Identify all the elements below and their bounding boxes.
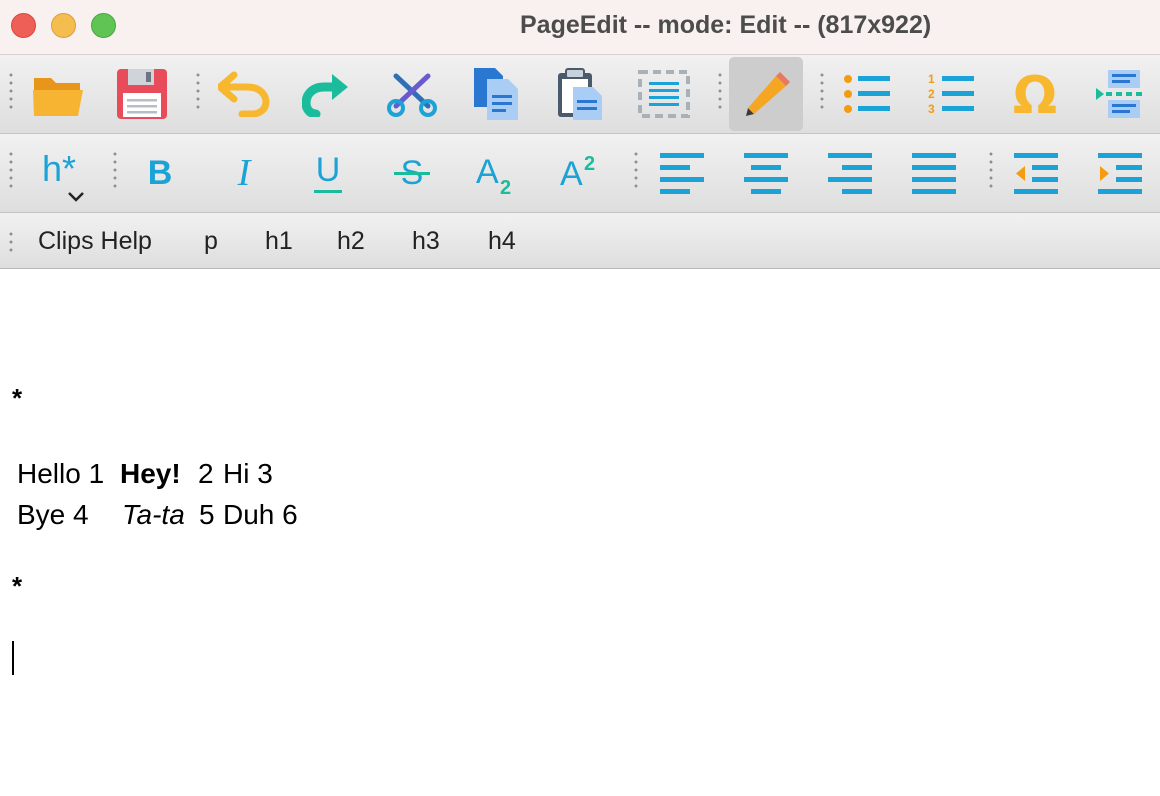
increase-indent-button[interactable] bbox=[1084, 136, 1156, 210]
indent-icon bbox=[1098, 153, 1142, 194]
heading-style-label: h* bbox=[42, 148, 77, 189]
svg-text:3: 3 bbox=[928, 102, 935, 116]
toolbar-grip[interactable] bbox=[989, 150, 993, 190]
paste-icon bbox=[558, 68, 602, 120]
folder-open-icon bbox=[33, 78, 83, 116]
align-left-icon bbox=[660, 153, 704, 194]
maximize-window-button[interactable] bbox=[91, 13, 116, 38]
superscript-label: A bbox=[560, 155, 583, 193]
toolbar-grip[interactable] bbox=[634, 150, 638, 190]
underline-bar bbox=[314, 190, 342, 193]
clips-help-item[interactable]: Clips Help bbox=[38, 227, 152, 256]
superscript-button[interactable]: A 2 bbox=[544, 136, 616, 210]
clip-h2-item[interactable]: h2 bbox=[337, 227, 365, 256]
redo-icon bbox=[302, 74, 348, 117]
open-button[interactable] bbox=[22, 57, 94, 131]
select-all-icon bbox=[638, 70, 690, 118]
omega-icon: Ω bbox=[1013, 69, 1057, 119]
clips-toolbar: Clips Help p h1 h2 h3 h4 bbox=[0, 213, 1160, 269]
numbered-list-icon: 1 2 3 bbox=[928, 72, 974, 116]
text-caret bbox=[12, 641, 14, 675]
save-button[interactable] bbox=[106, 57, 178, 131]
minimize-window-button[interactable] bbox=[51, 13, 76, 38]
subscript-digit: 2 bbox=[500, 177, 512, 199]
undo-icon bbox=[218, 71, 270, 117]
underline-button[interactable]: U bbox=[292, 136, 364, 210]
table-cell[interactable]: Hello 1 bbox=[17, 458, 104, 490]
toolbar-grip[interactable] bbox=[9, 71, 13, 111]
subscript-label: A bbox=[476, 153, 499, 191]
pencil-icon bbox=[746, 72, 790, 116]
align-center-icon bbox=[744, 153, 788, 194]
copy-button[interactable] bbox=[460, 57, 532, 131]
superscript-digit: 2 bbox=[584, 153, 596, 175]
table-cell[interactable]: Duh 6 bbox=[223, 499, 298, 531]
toolbar-grip[interactable] bbox=[113, 150, 117, 190]
toolbar-grip[interactable] bbox=[196, 71, 200, 111]
clip-h4-item[interactable]: h4 bbox=[488, 227, 516, 256]
toolbar-grip[interactable] bbox=[820, 71, 824, 111]
align-right-icon bbox=[828, 153, 872, 194]
separator-top: * bbox=[12, 383, 23, 413]
redo-button[interactable] bbox=[292, 57, 364, 131]
strikethrough-button[interactable]: S bbox=[376, 136, 448, 210]
main-toolbar: 1 2 3 Ω bbox=[0, 55, 1160, 134]
table-cell[interactable]: Hey! bbox=[120, 458, 181, 490]
svg-text:2: 2 bbox=[928, 87, 935, 101]
svg-text:1: 1 bbox=[928, 72, 935, 86]
cut-button[interactable] bbox=[376, 57, 448, 131]
align-right-button[interactable] bbox=[814, 136, 886, 210]
underline-label: U bbox=[315, 151, 341, 189]
edit-mode-button[interactable] bbox=[729, 57, 803, 131]
pageedit-window: PageEdit -- mode: Edit -- (817x922) 1 2 … bbox=[0, 0, 1160, 796]
align-center-button[interactable] bbox=[730, 136, 802, 210]
clip-p-item[interactable]: p bbox=[204, 227, 218, 256]
subscript-button[interactable]: A 2 bbox=[460, 136, 532, 210]
italic-button[interactable]: I bbox=[208, 136, 280, 210]
close-window-button[interactable] bbox=[11, 13, 36, 38]
bold-button[interactable]: B bbox=[124, 136, 196, 210]
clip-h3-item[interactable]: h3 bbox=[412, 227, 440, 256]
bullet-list-icon bbox=[844, 75, 890, 113]
undo-button[interactable] bbox=[208, 57, 280, 131]
table-cell[interactable]: Hi 3 bbox=[223, 458, 273, 490]
justify-button[interactable] bbox=[898, 136, 970, 210]
clip-h1-item[interactable]: h1 bbox=[265, 227, 293, 256]
toolbar-grip[interactable] bbox=[9, 150, 13, 190]
paste-button[interactable] bbox=[544, 57, 616, 131]
select-all-button[interactable] bbox=[628, 57, 700, 131]
svg-text:Ω: Ω bbox=[1013, 69, 1057, 119]
chevron-down-icon bbox=[68, 192, 84, 202]
outdent-icon bbox=[1014, 153, 1058, 194]
italic-label: I bbox=[237, 152, 251, 194]
title-bar: PageEdit -- mode: Edit -- (817x922) bbox=[0, 0, 1160, 55]
decrease-indent-button[interactable] bbox=[1000, 136, 1072, 210]
align-left-button[interactable] bbox=[646, 136, 718, 210]
strike-bar bbox=[394, 172, 430, 175]
table-cell[interactable]: Ta-ta bbox=[122, 499, 185, 531]
insert-special-button[interactable] bbox=[1084, 57, 1156, 131]
scissors-icon bbox=[387, 73, 437, 117]
toolbar-grip[interactable] bbox=[718, 71, 722, 111]
numbered-list-button[interactable]: 1 2 3 bbox=[915, 57, 987, 131]
separator-bottom: * bbox=[12, 571, 23, 601]
table-cell[interactable]: 5 bbox=[199, 499, 215, 531]
floppy-disk-icon bbox=[117, 69, 167, 119]
format-toolbar: h* B I U S A 2 A 2 bbox=[0, 134, 1160, 213]
table-cell[interactable]: 2 bbox=[198, 458, 214, 490]
copy-icon bbox=[474, 68, 518, 120]
toolbar-grip[interactable] bbox=[9, 230, 13, 252]
table-cell[interactable]: Bye 4 bbox=[17, 499, 89, 531]
bulleted-list-button[interactable] bbox=[831, 57, 903, 131]
editor-area[interactable]: * Hello 1 Hey! 2 Hi 3 Bye 4 Ta-ta 5 Duh … bbox=[0, 269, 1160, 796]
bold-label: B bbox=[147, 154, 173, 192]
special-character-button[interactable]: Ω bbox=[999, 57, 1071, 131]
insert-row-icon bbox=[1096, 70, 1144, 118]
align-justify-icon bbox=[912, 153, 956, 194]
window-title: PageEdit -- mode: Edit -- (817x922) bbox=[520, 11, 932, 39]
heading-style-dropdown[interactable]: h* bbox=[22, 136, 94, 210]
